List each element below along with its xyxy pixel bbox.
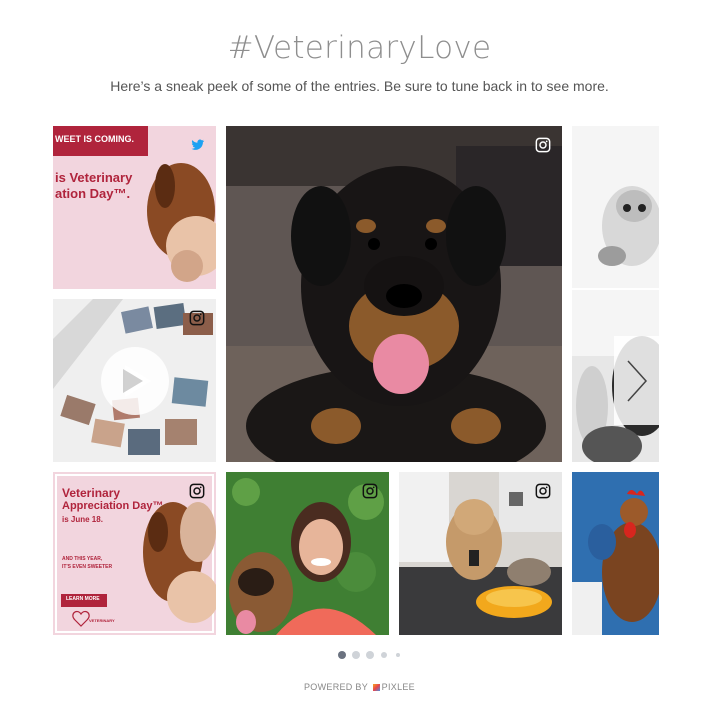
twitter-icon bbox=[191, 139, 205, 150]
tile-5-learn-more: LEARN MORE bbox=[66, 596, 100, 602]
instagram-icon bbox=[189, 483, 205, 499]
chevron-right-icon bbox=[627, 360, 648, 402]
page-subtitle: Here’s a sneak peek of some of the entri… bbox=[110, 78, 609, 94]
pagination-dot-2[interactable] bbox=[352, 651, 360, 659]
tile-5-line-2: Appreciation Day™ bbox=[62, 500, 164, 512]
page-title: #VeterinaryLove bbox=[227, 30, 492, 66]
powered-by[interactable]: POWERED BY PIXLEE bbox=[0, 682, 719, 692]
tile-8-image bbox=[572, 472, 659, 635]
tile-1-line-3: ation Day™. bbox=[55, 186, 131, 201]
gallery-tile-2[interactable] bbox=[53, 299, 216, 462]
powered-by-label: POWERED BY bbox=[304, 682, 368, 692]
gallery-tile-7[interactable] bbox=[399, 472, 562, 635]
pagination-dot-1[interactable] bbox=[338, 651, 346, 659]
gallery-tile-1[interactable]: WEET IS COMING. is Veterinary ation Day™… bbox=[53, 126, 216, 289]
tile-3-image bbox=[226, 126, 562, 462]
powered-by-brand: PIXLEE bbox=[381, 682, 415, 692]
tile-5-line-4: AND THIS YEAR, bbox=[62, 556, 103, 562]
pagination-dot-5[interactable] bbox=[396, 653, 400, 657]
pagination-dot-3[interactable] bbox=[366, 651, 374, 659]
instagram-icon bbox=[535, 137, 551, 153]
instagram-icon bbox=[189, 310, 205, 326]
pixlee-logo-icon bbox=[372, 684, 380, 691]
gallery-tile-6[interactable] bbox=[226, 472, 389, 635]
tile-5-logo: VETERINARY bbox=[89, 618, 115, 623]
tile-5-line-1: Veterinary bbox=[62, 486, 121, 500]
gallery-tile-5[interactable]: Veterinary Appreciation Day™ is June 18.… bbox=[53, 472, 216, 635]
tile-5-line-3: is June 18. bbox=[62, 515, 103, 524]
tile-5-line-5: IT'S EVEN SWEETER bbox=[62, 564, 113, 570]
instagram-icon bbox=[362, 483, 378, 499]
gallery-tile-3[interactable] bbox=[226, 126, 562, 462]
instagram-icon bbox=[535, 483, 551, 499]
carousel-next-button[interactable] bbox=[614, 336, 659, 425]
pagination-dot-4[interactable] bbox=[381, 652, 387, 658]
tile-1-line-2: is Veterinary bbox=[55, 170, 133, 185]
gallery-tile-8[interactable] bbox=[572, 472, 659, 635]
tile-1-line-1: WEET IS COMING. bbox=[55, 134, 135, 144]
